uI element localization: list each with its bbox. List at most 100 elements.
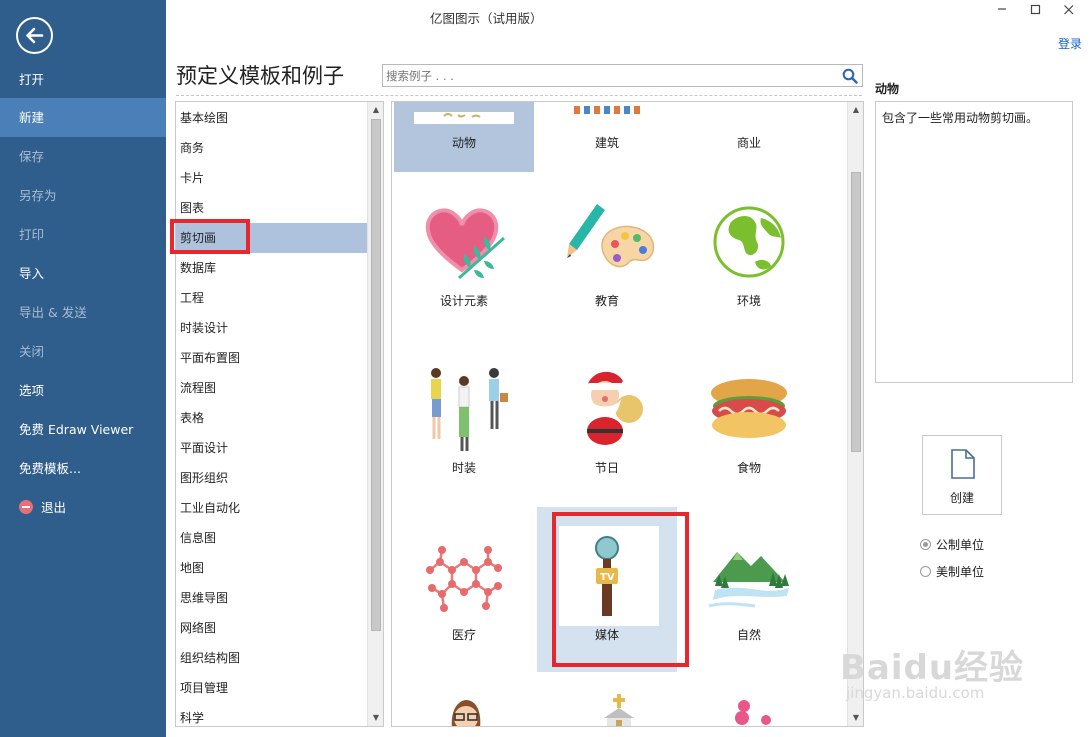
template-label: 设计元素 [439, 294, 488, 308]
nav-options[interactable]: 选项 [0, 371, 166, 410]
template-tile-fashion[interactable]: 时装 [394, 349, 534, 514]
scroll-down-icon[interactable]: ▼ [848, 710, 863, 726]
category-item[interactable]: 图形组织 [176, 463, 367, 493]
category-item[interactable]: 网络图 [176, 613, 367, 643]
mountain-landscape-icon [708, 552, 789, 608]
template-tile-education[interactable]: 教育 [537, 182, 677, 347]
template-tile-festival[interactable]: 节日 [537, 349, 677, 514]
maximize-icon [1030, 4, 1041, 15]
category-item[interactable]: 基本绘图 [176, 103, 367, 133]
category-item[interactable]: 工程 [176, 283, 367, 313]
watermark-url: jingyan.baidu.com [846, 684, 985, 702]
scrollbar-thumb[interactable] [851, 172, 861, 452]
nav-import[interactable]: 导入 [0, 254, 166, 293]
template-tile-environment[interactable]: 环境 [679, 182, 819, 347]
template-label: 医疗 [451, 628, 476, 642]
watermark: Baidu经验 jingyan.baidu.com [830, 640, 1060, 710]
category-scrollbar[interactable]: ▲ ▼ [367, 102, 383, 726]
template-label: 教育 [594, 294, 619, 308]
close-button[interactable] [1063, 4, 1075, 20]
maximize-button[interactable] [1030, 4, 1042, 20]
search-input[interactable] [386, 67, 826, 84]
template-label: 节日 [594, 461, 619, 475]
category-item[interactable]: 组织结构图 [176, 643, 367, 673]
metric-units-label: 公制单位 [936, 538, 985, 552]
metric-units-option[interactable]: 公制单位 [920, 536, 984, 553]
nav-exit[interactable]: 退出 [0, 488, 166, 527]
category-item[interactable]: 时装设计 [176, 313, 367, 343]
molecule-icon [426, 546, 502, 612]
scroll-down-icon[interactable]: ▼ [368, 710, 383, 726]
category-item[interactable]: 地图 [176, 553, 367, 583]
nav-print[interactable]: 打印 [0, 215, 166, 254]
scroll-up-icon[interactable]: ▲ [848, 102, 863, 118]
template-tile-food[interactable]: 食物 [679, 349, 819, 514]
hotdog-icon [711, 379, 787, 438]
template-label: 动物 [451, 136, 476, 150]
template-label: 环境 [736, 294, 761, 308]
search-icon [842, 68, 858, 84]
back-button[interactable] [16, 17, 53, 54]
template-tile-animal[interactable]: 动物 [394, 102, 534, 172]
nav-exit-label: 退出 [41, 500, 67, 515]
nav-free-templates[interactable]: 免费模板... [0, 449, 166, 488]
category-item[interactable]: 商务 [176, 133, 367, 163]
login-link[interactable]: 登录 [1058, 35, 1082, 52]
annotation-box-media [552, 512, 689, 667]
template-label: 自然 [736, 628, 761, 642]
nav-close[interactable]: 关闭 [0, 332, 166, 371]
nav-free-viewer[interactable]: 免费 Edraw Viewer [0, 410, 166, 449]
template-tile-building[interactable]: 建筑 [537, 102, 677, 172]
flower-thumbnail [735, 700, 771, 725]
new-document-icon [951, 449, 975, 479]
scroll-up-icon[interactable]: ▲ [368, 102, 383, 118]
us-units-label: 美制单位 [936, 565, 985, 579]
template-tile-medical[interactable]: 医疗 [394, 516, 534, 681]
template-label: 建筑 [594, 136, 619, 150]
category-item[interactable]: 信息图 [176, 523, 367, 553]
nav-export-send[interactable]: 导出 & 发送 [0, 293, 166, 332]
palette-icon [567, 204, 655, 268]
category-item[interactable]: 项目管理 [176, 673, 367, 703]
radio-us[interactable] [920, 566, 931, 577]
santa-claus-icon [587, 371, 643, 445]
template-tile-nature[interactable]: 自然 [679, 516, 819, 681]
nav-save-as[interactable]: 另存为 [0, 176, 166, 215]
scrollbar-thumb[interactable] [371, 119, 381, 631]
nav-save[interactable]: 保存 [0, 137, 166, 176]
exit-icon [19, 500, 33, 514]
category-item[interactable]: 表格 [176, 403, 367, 433]
template-label: 商业 [736, 136, 761, 150]
search-button[interactable] [842, 68, 858, 84]
search-box [382, 64, 863, 87]
category-item[interactable]: 卡片 [176, 163, 367, 193]
create-button[interactable]: 创建 [922, 435, 1002, 515]
template-tile-design-elements[interactable]: 设计元素 [394, 182, 534, 347]
detail-title: 动物 [875, 82, 900, 96]
minimize-button[interactable] [996, 0, 1008, 16]
radio-metric[interactable] [920, 539, 931, 550]
divider [176, 95, 862, 96]
building-thumbnail [574, 106, 640, 114]
category-item[interactable]: 流程图 [176, 373, 367, 403]
nav-new[interactable]: 新建 [0, 98, 166, 137]
category-item[interactable]: 科学 [176, 703, 367, 726]
window-title: 亿图图示（试用版） [430, 11, 543, 26]
category-item[interactable]: 工业自动化 [176, 493, 367, 523]
template-label: 食物 [736, 461, 761, 475]
category-item[interactable]: 数据库 [176, 253, 367, 283]
person-thumbnail [451, 700, 481, 726]
watermark-logo: Baidu经验 [840, 648, 1025, 688]
nav-open[interactable]: 打开 [0, 60, 166, 99]
category-item[interactable]: 平面布置图 [176, 343, 367, 373]
template-scrollbar[interactable]: ▲ ▼ [847, 102, 863, 726]
category-item[interactable]: 思维导图 [176, 583, 367, 613]
category-list: 基本绘图 商务 卡片 图表 剪切画 数据库 工程 时装设计 平面布置图 流程图 … [175, 101, 384, 727]
globe-icon [713, 206, 785, 278]
us-units-option[interactable]: 美制单位 [920, 563, 984, 580]
category-item[interactable]: 平面设计 [176, 433, 367, 463]
arrow-left-icon [26, 27, 44, 44]
detail-description: 包含了一些常用动物剪切画。 [875, 101, 1073, 383]
church-thumbnail [604, 694, 634, 726]
template-tile-business[interactable]: 商业 [679, 102, 819, 172]
